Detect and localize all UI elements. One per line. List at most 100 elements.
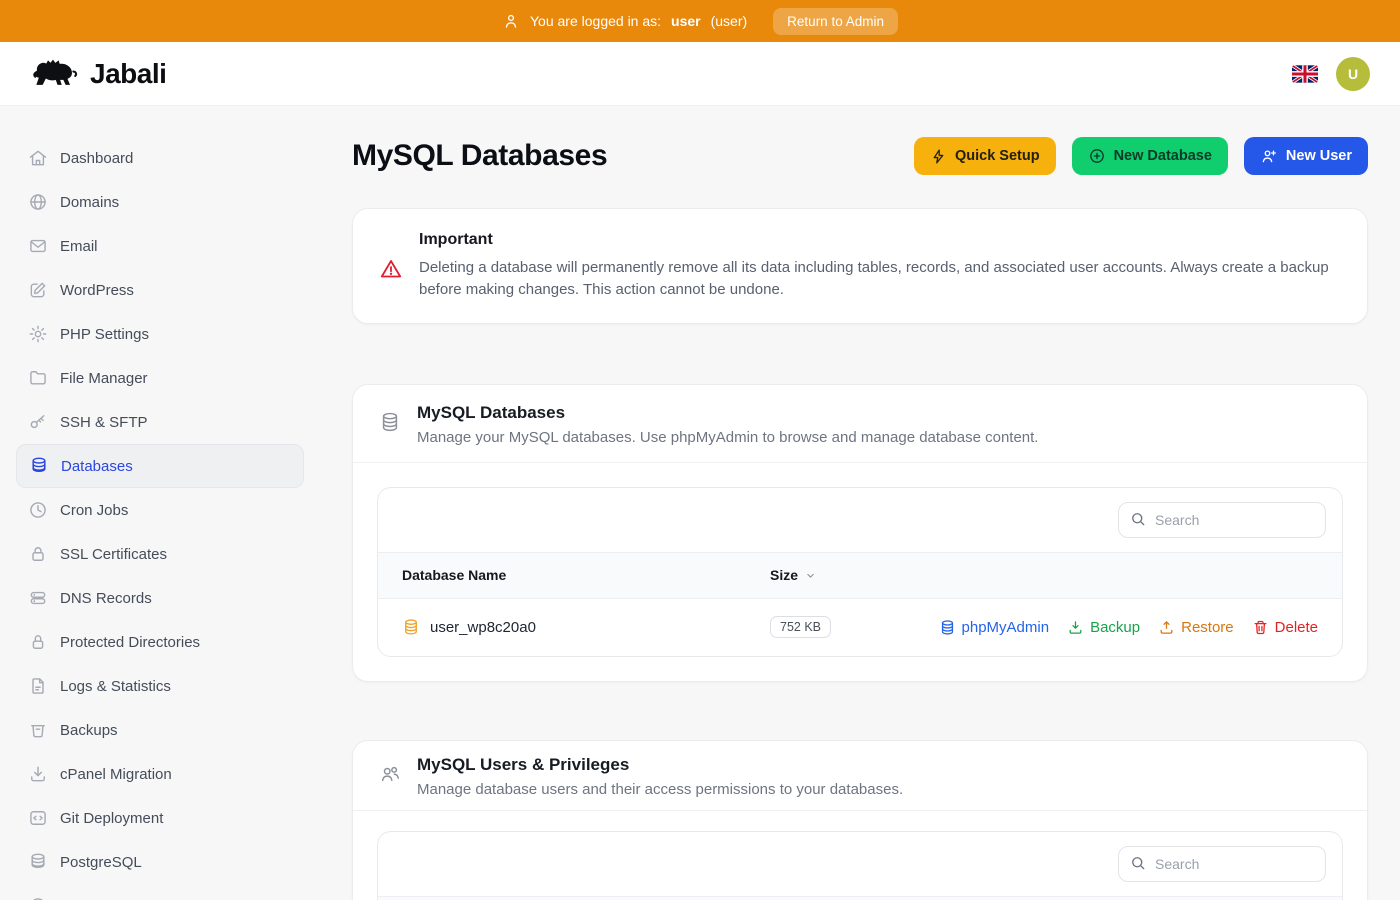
main-content: MySQL Databases Quick Setup New Database… xyxy=(320,106,1400,900)
users-table: User Database Privileges xyxy=(377,831,1343,900)
database-icon xyxy=(402,618,420,636)
sidebar-item-label: Dashboard xyxy=(60,150,133,167)
sidebar-item-label: DNS Records xyxy=(60,590,152,607)
users-icon xyxy=(379,763,401,798)
warning-triangle-icon xyxy=(379,257,403,301)
page-title: MySQL Databases xyxy=(352,139,607,173)
sidebar-item-logs-statistics[interactable]: Logs & Statistics xyxy=(16,664,304,708)
sidebar-item-label: Backups xyxy=(60,722,118,739)
new-user-button[interactable]: New User xyxy=(1244,137,1368,175)
logged-in-prefix: You are logged in as: xyxy=(530,13,661,29)
logged-in-username: user xyxy=(671,13,701,29)
sidebar-item-wordpress[interactable]: WordPress xyxy=(16,268,304,312)
pencil-square-icon xyxy=(28,280,48,300)
column-header-size-sort[interactable]: Size xyxy=(770,567,845,583)
gear-icon xyxy=(28,324,48,344)
mysql-databases-card: MySQL Databases Manage your MySQL databa… xyxy=(352,384,1368,683)
sidebar-item-databases[interactable]: Databases xyxy=(16,444,304,488)
database-icon xyxy=(379,411,401,446)
sidebar-item-label: Email xyxy=(60,238,98,255)
sidebar-item-dashboard[interactable]: Dashboard xyxy=(16,136,304,180)
sidebar: Dashboard Domains Email WordPress PHP Se… xyxy=(0,106,320,900)
folder-icon xyxy=(28,368,48,388)
sidebar-item-label: PHP Settings xyxy=(60,326,149,343)
sidebar-item-label: Logs & Statistics xyxy=(60,678,171,695)
new-database-button[interactable]: New Database xyxy=(1072,137,1228,175)
plus-circle-icon xyxy=(1088,147,1106,165)
sidebar-item-ssh-sftp[interactable]: SSH & SFTP xyxy=(16,400,304,444)
user-plus-icon xyxy=(1260,147,1278,165)
lock-icon xyxy=(28,544,48,564)
code-square-icon xyxy=(28,808,48,828)
circle-icon xyxy=(28,896,48,900)
sidebar-item-partial[interactable] xyxy=(16,884,304,900)
sidebar-item-protected-directories[interactable]: Protected Directories xyxy=(16,620,304,664)
sidebar-item-dns-records[interactable]: DNS Records xyxy=(16,576,304,620)
user-avatar[interactable]: U xyxy=(1336,57,1370,91)
column-header-database-name: Database Name xyxy=(378,552,746,598)
delete-link[interactable]: Delete xyxy=(1252,619,1318,636)
sidebar-item-email[interactable]: Email xyxy=(16,224,304,268)
mysql-users-card: MySQL Users & Privileges Manage database… xyxy=(352,740,1368,900)
search-icon xyxy=(1129,510,1147,528)
sidebar-item-label: Protected Directories xyxy=(60,634,200,651)
logged-in-as: You are logged in as: user (user) xyxy=(502,12,747,30)
section-title: MySQL Databases xyxy=(417,403,1038,423)
globe-icon xyxy=(28,192,48,212)
sidebar-item-label: PostgreSQL xyxy=(60,854,142,871)
app-header: Jabali U xyxy=(0,42,1400,106)
return-to-admin-button[interactable]: Return to Admin xyxy=(773,8,898,35)
sidebar-item-cron-jobs[interactable]: Cron Jobs xyxy=(16,488,304,532)
section-subtitle: Manage database users and their access p… xyxy=(417,781,903,798)
sidebar-item-domains[interactable]: Domains xyxy=(16,180,304,224)
sidebar-item-ssl-certificates[interactable]: SSL Certificates xyxy=(16,532,304,576)
sidebar-item-cpanel-migration[interactable]: cPanel Migration xyxy=(16,752,304,796)
quick-setup-button[interactable]: Quick Setup xyxy=(914,137,1056,175)
admin-session-bar: You are logged in as: user (user) Return… xyxy=(0,0,1400,42)
sidebar-item-git-deployment[interactable]: Git Deployment xyxy=(16,796,304,840)
important-warning-card: Important Deleting a database will perma… xyxy=(352,208,1368,324)
sidebar-item-label: Domains xyxy=(60,194,119,211)
databases-search-input[interactable] xyxy=(1118,502,1326,538)
sidebar-item-php-settings[interactable]: PHP Settings xyxy=(16,312,304,356)
database-size-badge: 752 KB xyxy=(770,616,831,638)
upload-icon xyxy=(1158,619,1175,636)
section-title: MySQL Users & Privileges xyxy=(417,755,903,775)
backup-link[interactable]: Backup xyxy=(1067,619,1140,636)
sidebar-item-label: cPanel Migration xyxy=(60,766,172,783)
sidebar-item-backups[interactable]: Backups xyxy=(16,708,304,752)
lock-round-icon xyxy=(28,632,48,652)
trash-icon xyxy=(1252,619,1269,636)
bucket-icon xyxy=(28,720,48,740)
section-subtitle: Manage your MySQL databases. Use phpMyAd… xyxy=(417,429,1038,446)
column-header-database-privileges: Database Privileges xyxy=(666,897,1342,900)
sidebar-item-postgresql[interactable]: PostgreSQL xyxy=(16,840,304,884)
sidebar-item-label: SSL Certificates xyxy=(60,546,167,563)
brand-logo[interactable]: Jabali xyxy=(30,55,166,93)
database-icon xyxy=(29,456,49,476)
databases-table: Database Name Size xyxy=(377,487,1343,658)
warning-title: Important xyxy=(419,231,1341,249)
user-icon xyxy=(502,12,520,30)
search-icon xyxy=(1129,854,1147,872)
download-icon xyxy=(1067,619,1084,636)
download-tray-icon xyxy=(28,764,48,784)
sidebar-item-label: Databases xyxy=(61,458,133,475)
database-icon xyxy=(28,852,48,872)
phpmyadmin-link[interactable]: phpMyAdmin xyxy=(939,619,1050,636)
restore-link[interactable]: Restore xyxy=(1158,619,1234,636)
sidebar-item-label: WordPress xyxy=(60,282,134,299)
brand-name: Jabali xyxy=(90,58,166,90)
document-icon xyxy=(28,676,48,696)
language-flag-uk[interactable] xyxy=(1292,65,1318,83)
mail-icon xyxy=(28,236,48,256)
users-search-input[interactable] xyxy=(1118,846,1326,882)
clock-icon xyxy=(28,500,48,520)
sidebar-item-file-manager[interactable]: File Manager xyxy=(16,356,304,400)
warning-body: Deleting a database will permanently rem… xyxy=(419,257,1341,301)
sidebar-item-label: File Manager xyxy=(60,370,148,387)
sidebar-item-label: Git Deployment xyxy=(60,810,163,827)
server-stack-icon xyxy=(28,588,48,608)
bolt-icon xyxy=(930,148,947,165)
home-icon xyxy=(28,148,48,168)
